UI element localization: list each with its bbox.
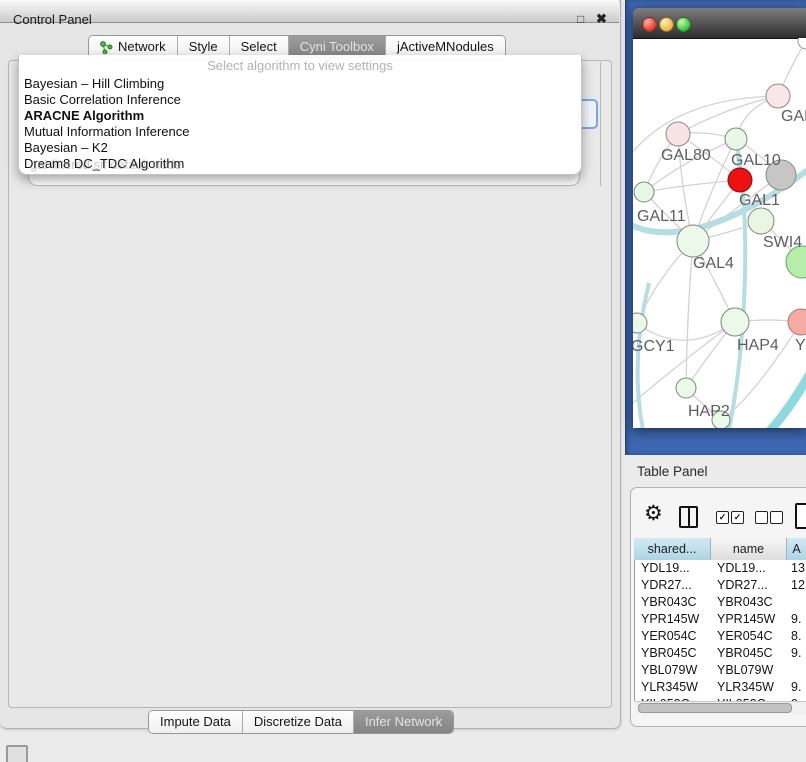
cell-shared-name: YPR145W [635,611,711,628]
select-all-icon-2[interactable]: ✓ [731,511,744,524]
tab-impute-data-label: Impute Data [160,711,231,733]
cell-value: 9. [787,679,801,696]
algorithm-option-aracne[interactable]: ARACNE Algorithm [19,108,581,124]
label-gal-partial: GAL [781,108,806,125]
algorithm-option-basic-correlation[interactable]: Basic Correlation Inference [19,92,581,108]
hidden-panel-border [600,62,601,186]
label-gal10: GAL10 [731,152,781,169]
control-panel-titlebar [0,0,619,23]
network-icon [100,41,113,54]
window-minimize-button[interactable] [659,17,674,32]
table-row[interactable]: YDL19...YDL19...13 [635,560,806,577]
cell-value: 9. [787,611,801,628]
window-close-button[interactable] [642,17,657,32]
cell-shared-name: YBR045C [635,645,711,662]
cell-name: YBR045C [711,645,787,662]
node-gal4[interactable] [677,225,709,257]
node-gal11[interactable] [634,182,654,202]
window-zoom-button[interactable] [676,17,691,32]
graph-node-labels: GAL80 GAL10 GAL1 GAL11 SWI4 GAL4 GCY1 HA… [633,108,806,420]
float-panel-icon[interactable]: □ [577,12,584,26]
close-panel-icon[interactable]: ✖ [596,11,607,27]
tab-infer-network[interactable]: Infer Network [354,711,453,733]
cell-name: YDR27... [711,577,787,594]
node-hap4[interactable] [721,308,749,336]
column-header-partial[interactable]: A [787,538,806,561]
algorithm-option-mutual-information[interactable]: Mutual Information Inference [19,124,581,140]
table-horizontal-scrollbar-thumb[interactable] [638,703,792,713]
restore-panel-icon[interactable] [6,745,28,762]
cell-name: YBL079W [711,662,787,679]
file-icon[interactable] [795,503,806,529]
table-panel-title: Table Panel [637,464,708,479]
node-gal80[interactable] [666,122,690,146]
label-gcy1: GCY1 [633,338,675,355]
table-row[interactable]: YBR043CYBR043C [635,594,806,611]
gear-icon[interactable]: ⚙ [644,503,663,524]
label-gal80: GAL80 [661,147,711,164]
node-gal-partial[interactable] [766,84,790,108]
deselect-all-icon-2[interactable] [770,511,783,524]
label-gal11: GAL11 [637,208,686,225]
label-gal4: GAL4 [693,255,734,272]
algorithm-option-bayesian-hill-climbing[interactable]: Bayesian – Hill Climbing [19,76,581,92]
bottom-tab-bar: Impute Data Discretize Data Infer Networ… [148,710,454,734]
table-row[interactable]: YLR345WYLR345W9. [635,679,806,696]
split-columns-icon[interactable] [679,506,698,528]
deselect-all-icon[interactable] [755,511,768,524]
cell-name: YLR345W [711,679,787,696]
node-y-partial[interactable] [788,309,806,335]
label-hap2: HAP2 [688,403,730,420]
tab-impute-data[interactable]: Impute Data [149,711,243,733]
column-header-shared-name[interactable]: shared... [634,538,711,561]
cell-value: 12 [787,577,805,594]
tab-discretize-data[interactable]: Discretize Data [243,711,354,733]
cell-shared-name: YBL079W [635,662,711,679]
node-red-selected[interactable] [728,168,752,192]
cell-value: 13 [787,560,805,577]
label-hap4: HAP4 [737,337,779,354]
select-all-icon[interactable]: ✓ [716,511,729,524]
tab-discretize-data-label: Discretize Data [254,711,342,733]
table-row[interactable]: YER054CYER054C8. [635,628,806,645]
control-panel-title: Control Panel [13,12,92,27]
cell-name: YDL19... [711,560,787,577]
algorithm-option-bayesian-k2[interactable]: Bayesian – K2 [19,140,581,156]
cell-shared-name: YLR345W [635,679,711,696]
table-row[interactable]: YDR27...YDR27...12 [635,577,806,594]
cell-shared-name: YBR043C [635,594,711,611]
label-gal1: GAL1 [739,192,780,209]
cell-name: YPR145W [711,611,787,628]
cell-value: 9. [787,645,801,662]
label-swi4: SWI4 [763,234,802,251]
network-graph-canvas[interactable]: GAL80 GAL10 GAL1 GAL11 SWI4 GAL4 GCY1 HA… [633,38,806,428]
column-header-name[interactable]: name [711,538,787,561]
cell-shared-name: YDL19... [635,560,711,577]
cell-shared-name: YER054C [635,628,711,645]
hidden-network-combo-text: gal filtered.sif default node [30,157,182,172]
node-gal10[interactable] [725,128,747,150]
cell-name: YBR043C [711,594,787,611]
cell-value: 8. [787,628,801,645]
cell-name: YER054C [711,628,787,645]
cell-shared-name: YDR27... [635,577,711,594]
table-row[interactable]: YPR145WYPR145W9. [635,611,806,628]
tab-infer-network-label: Infer Network [365,711,442,733]
table-row[interactable]: YBR045CYBR045C9. [635,645,806,662]
algorithm-placeholder: Select algorithm to view settings [19,55,581,76]
node-partial-top[interactable] [798,38,806,49]
node-gal1[interactable] [748,208,774,234]
label-y-partial: Y [795,337,806,354]
node-hap2[interactable] [676,378,696,398]
table-row[interactable]: YBL079WYBL079W [635,662,806,679]
node-gcy1[interactable] [633,313,647,333]
app-root: Control Panel □ ✖ Network Style Select C… [0,0,806,762]
